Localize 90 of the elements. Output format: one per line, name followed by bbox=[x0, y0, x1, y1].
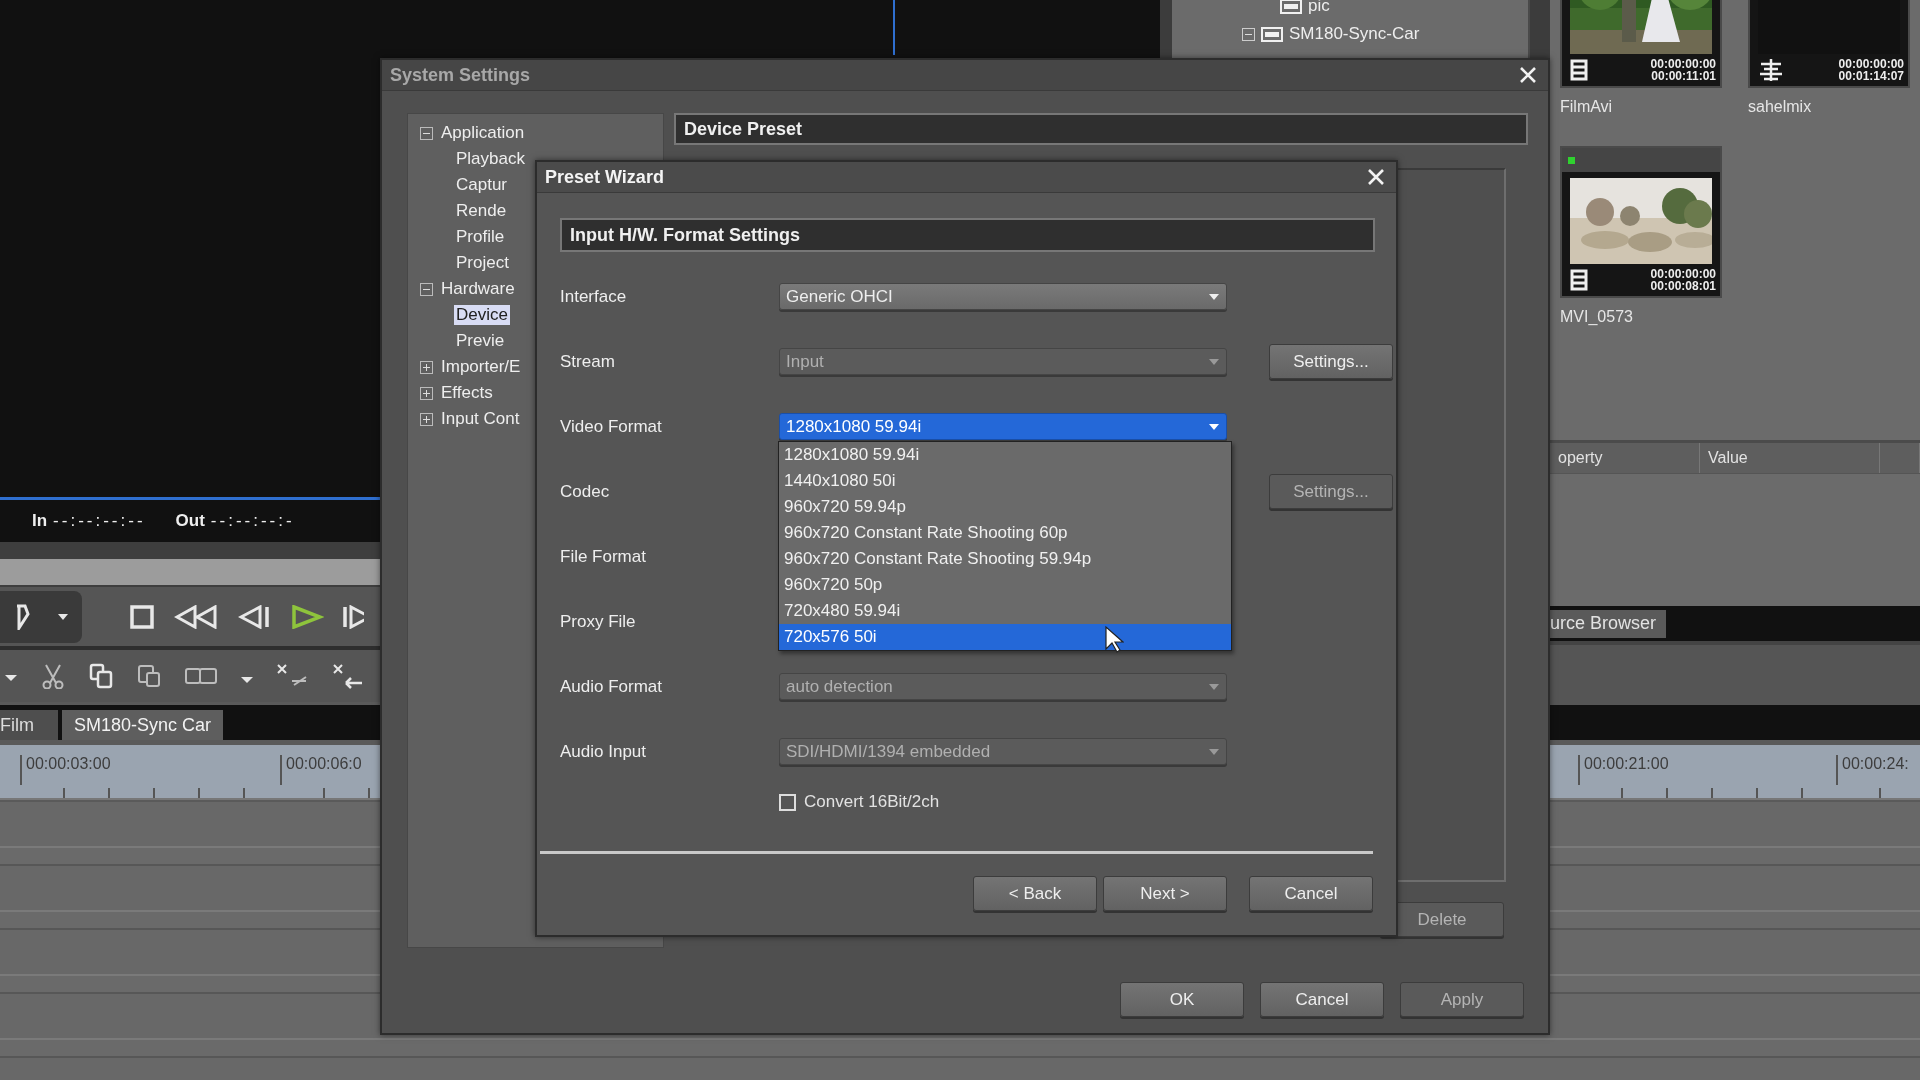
field-label: Video Format bbox=[560, 416, 663, 437]
ruler-label: 00:00:03:00 bbox=[20, 755, 111, 785]
checkbox[interactable] bbox=[779, 793, 796, 811]
tree-item[interactable]: Project bbox=[454, 253, 511, 273]
stop-icon[interactable] bbox=[130, 604, 156, 629]
timeline-ruler[interactable]: 00:00:21:00 00:00:24: bbox=[1550, 745, 1920, 800]
tree-item[interactable]: Previe bbox=[454, 331, 507, 351]
timecode-readout: Out --:--:--:- bbox=[175, 511, 295, 531]
clip-card[interactable]: 00:00:00:00 00:00:11:01 bbox=[1560, 0, 1722, 88]
timecode: 00:00:00:00 00:00:11:01 bbox=[1650, 58, 1716, 82]
close-icon[interactable] bbox=[1366, 167, 1386, 187]
field-label: File Format bbox=[560, 546, 647, 567]
timeline-ruler[interactable]: 00:00:03:00 00:00:06:0 bbox=[0, 745, 380, 800]
status-icon bbox=[1568, 156, 1575, 164]
tree-item[interactable]: Hardware bbox=[439, 279, 517, 299]
dropdown[interactable]: Generic OHCI bbox=[779, 283, 1227, 310]
expand-icon[interactable] bbox=[420, 386, 433, 400]
caret-icon bbox=[1208, 422, 1220, 431]
tree-item[interactable]: Input Cont bbox=[439, 409, 522, 429]
panel-tab[interactable]: urce Browser bbox=[1550, 609, 1667, 638]
dropdown-option[interactable]: 960x720 50p bbox=[779, 572, 1231, 598]
ruler-label: 00:00:06:0 bbox=[280, 755, 362, 785]
window-title: System Settings bbox=[390, 64, 531, 86]
caret-icon bbox=[1208, 747, 1220, 756]
tree-item[interactable]: Effects bbox=[439, 383, 495, 403]
timeline-tab[interactable]: Film bbox=[0, 710, 58, 740]
dropdown-option[interactable]: 960x720 59.94p bbox=[779, 494, 1231, 520]
caret-icon[interactable] bbox=[56, 612, 69, 621]
button[interactable]: < Back bbox=[973, 876, 1097, 911]
expand-icon[interactable] bbox=[420, 412, 433, 426]
column-header[interactable]: Value bbox=[1700, 443, 1880, 473]
field-label: Codec bbox=[560, 481, 611, 502]
tree-item[interactable]: Device bbox=[454, 305, 510, 325]
audio-icon bbox=[1758, 58, 1784, 82]
close-icon[interactable] bbox=[1518, 65, 1538, 85]
bin-item[interactable]: SM180-Sync-Car bbox=[1289, 24, 1420, 44]
folder-icon bbox=[1280, 0, 1302, 14]
tree-item[interactable]: Captur bbox=[454, 175, 510, 195]
section-header: Input H/W. Format Settings bbox=[560, 218, 1375, 252]
caret-icon bbox=[1208, 682, 1220, 691]
tree-item[interactable]: Profile bbox=[454, 227, 507, 247]
button[interactable]: Next > bbox=[1103, 876, 1227, 911]
caret-icon bbox=[1208, 292, 1220, 301]
field-label: Proxy File bbox=[560, 611, 637, 632]
film-icon bbox=[1570, 59, 1588, 81]
field-label: Stream bbox=[560, 351, 616, 372]
dropdown-option[interactable]: 720x480 59.94i bbox=[779, 598, 1231, 624]
caret-icon bbox=[1208, 357, 1220, 366]
paste-icon[interactable] bbox=[136, 663, 162, 689]
clip-name: sahelmix bbox=[1748, 98, 1813, 117]
dropdown-option[interactable]: 960x720 Constant Rate Shooting 60p bbox=[779, 520, 1231, 546]
button[interactable]: Cancel bbox=[1260, 982, 1384, 1017]
clip-name: FilmAvi bbox=[1560, 98, 1614, 117]
clip-card[interactable]: 00:00:00:00 00:00:08:01 bbox=[1560, 146, 1722, 298]
timecode: 00:00:00:00 00:01:14:07 bbox=[1838, 58, 1904, 82]
play-icon[interactable] bbox=[290, 604, 324, 629]
tree-item[interactable]: Importer/E bbox=[439, 357, 523, 377]
clip-name: MVI_0573 bbox=[1560, 308, 1634, 327]
expand-icon[interactable] bbox=[420, 360, 433, 374]
step-back-icon[interactable] bbox=[238, 604, 272, 629]
timeline-tab[interactable]: SM180-Sync Car bbox=[62, 710, 224, 740]
tree-item[interactable]: Playback bbox=[454, 149, 527, 169]
section-header: Device Preset bbox=[674, 113, 1528, 145]
field-label: Interface bbox=[560, 286, 628, 307]
rewind-icon[interactable] bbox=[174, 604, 220, 629]
clip-card[interactable]: 00:00:00:00 00:01:14:07 bbox=[1748, 0, 1910, 88]
field-label: Audio Input bbox=[560, 741, 647, 762]
timecode-readout: In --:--:--:-- bbox=[32, 511, 146, 531]
window-title: Preset Wizard bbox=[545, 166, 664, 188]
film-icon bbox=[1570, 269, 1588, 291]
button[interactable]: OK bbox=[1120, 982, 1244, 1017]
dropdown-option[interactable]: 1440x1080 50i bbox=[779, 468, 1231, 494]
copy-icon[interactable] bbox=[88, 663, 114, 689]
tree-item[interactable]: Rende bbox=[454, 201, 509, 221]
folder-icon bbox=[1261, 26, 1283, 42]
dropdown-option[interactable]: 1280x1080 59.94i bbox=[779, 442, 1231, 468]
scissors-icon[interactable] bbox=[40, 663, 66, 689]
ruler-label: 00:00:24: bbox=[1836, 755, 1909, 785]
ruler-label: 00:00:21:00 bbox=[1578, 755, 1669, 785]
button[interactable]: Cancel bbox=[1249, 876, 1373, 911]
checkbox-label: Convert 16Bit/2ch bbox=[804, 792, 940, 812]
collapse-icon[interactable] bbox=[1242, 27, 1255, 41]
collapse-icon[interactable] bbox=[420, 126, 433, 140]
dropdown-option[interactable]: 960x720 Constant Rate Shooting 59.94p bbox=[779, 546, 1231, 572]
collapse-icon[interactable] bbox=[420, 282, 433, 296]
step-forward-icon[interactable] bbox=[342, 604, 364, 629]
tree-item[interactable]: Application bbox=[439, 123, 527, 143]
timecode: 00:00:00:00 00:00:08:01 bbox=[1650, 268, 1716, 292]
field-label: Audio Format bbox=[560, 676, 664, 697]
dropdown-option[interactable]: 720x576 50i bbox=[779, 624, 1231, 650]
